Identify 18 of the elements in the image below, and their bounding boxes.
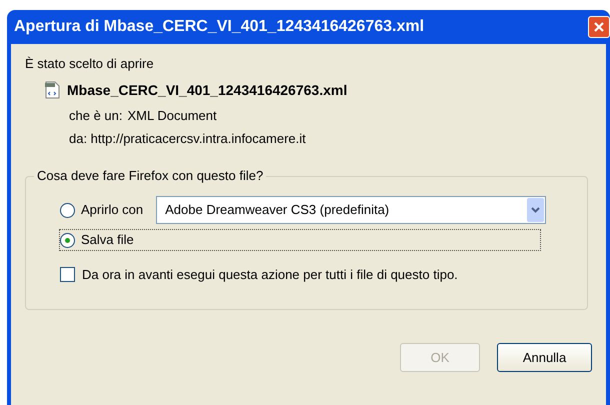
dialog-button[interactable]: Annulla (497, 343, 592, 372)
source-text: da: http://praticacercsv.intra.infocamere.it (69, 130, 306, 148)
window-title: Apertura di Mbase_CERC_VI_401_1243416426763.xml (14, 17, 424, 37)
dropdown-button[interactable] (527, 198, 544, 222)
intro-text: È stato scelto di aprire (25, 55, 154, 74)
radio-option[interactable]: Aprirlo con (60, 200, 144, 220)
close-icon (593, 21, 605, 33)
app-dropdown[interactable]: Adobe Dreamweaver CS3 (predefinita) (156, 196, 546, 224)
group-legend: Cosa deve fare Firefox con questo file? (34, 168, 266, 184)
close-button[interactable] (588, 16, 610, 38)
radio-option[interactable]: Salva file (60, 230, 540, 250)
type-label: che è un: (69, 106, 122, 125)
remember-checkbox[interactable]: Da ora in avanti esegui questa azione per tutti i file di questo tipo. (60, 265, 587, 284)
chevron-down-icon (531, 207, 540, 213)
document-icon (44, 81, 61, 99)
dialog-button: OK (400, 343, 480, 372)
file-type: XML Document (128, 106, 217, 125)
file-name: Mbase_CERC_VI_401_1243416426763.xml (67, 80, 348, 100)
